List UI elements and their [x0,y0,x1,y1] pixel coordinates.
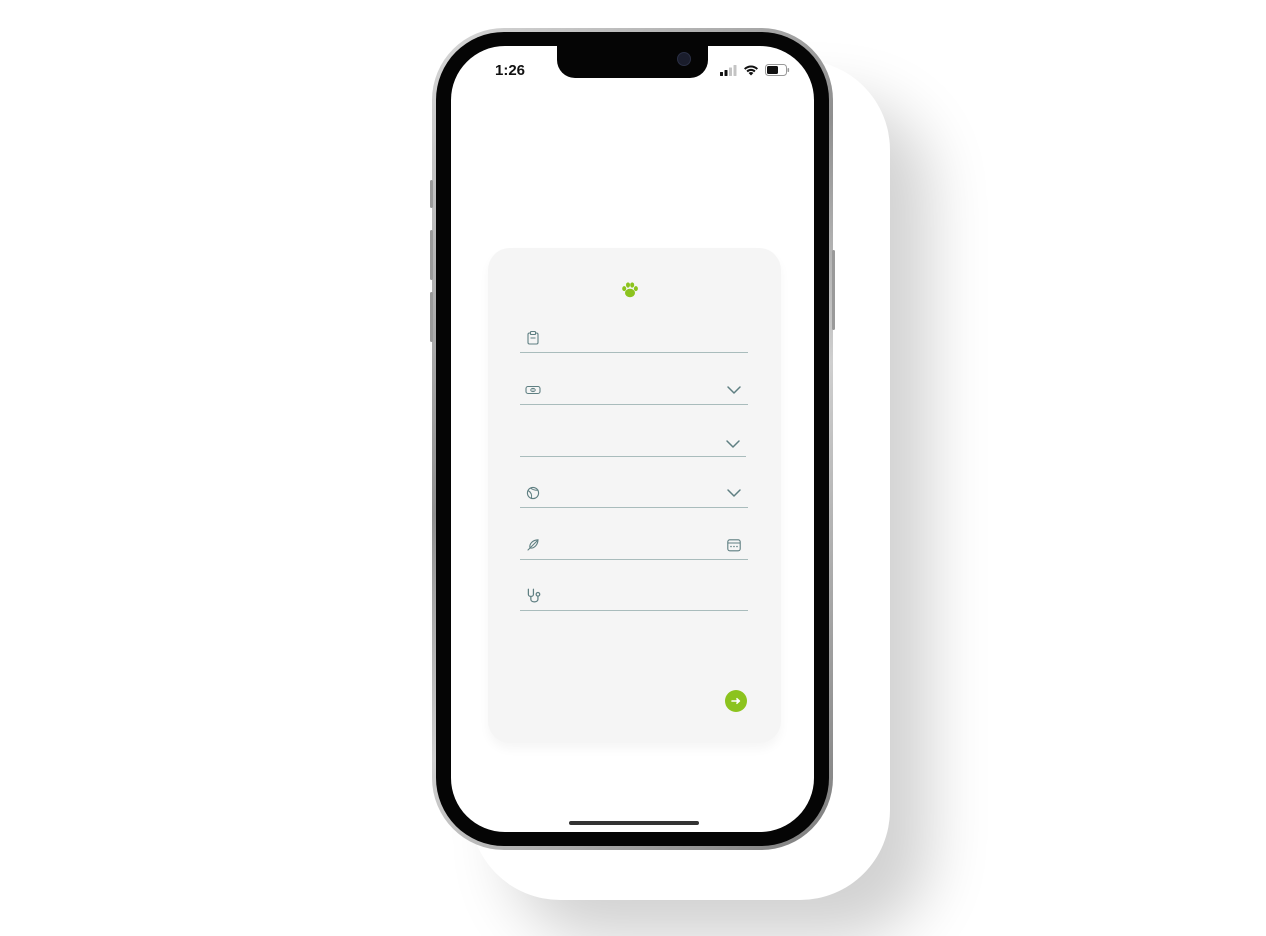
paw-icon [622,282,638,298]
side-button-volume-down [430,292,433,342]
ball-icon [526,486,540,500]
cellular-signal-icon [720,64,737,76]
chevron-down-icon[interactable] [725,436,741,452]
calendar-icon[interactable] [726,537,742,553]
species-field[interactable] [520,374,748,405]
breed-field[interactable] [520,426,746,457]
status-time: 1:26 [495,62,526,79]
next-button[interactable] [725,690,747,712]
status-icons [720,64,790,76]
clipboard-icon [527,330,539,345]
name-field[interactable] [520,322,748,353]
pet-form-card [488,248,781,743]
phone-screen: 1:26 [451,46,814,832]
battery-icon [765,64,790,76]
pet-carrier-icon [525,385,541,395]
feather-icon [527,539,539,551]
wifi-icon [744,65,758,76]
birthdate-field[interactable] [520,529,748,560]
breed-select[interactable] [526,430,718,454]
side-button-power [832,250,835,330]
vet-input[interactable] [548,584,720,608]
gender-field[interactable] [520,477,748,508]
gender-select[interactable] [548,481,720,505]
home-indicator[interactable] [569,821,699,825]
chevron-down-icon[interactable] [726,485,742,501]
species-select[interactable] [548,378,720,402]
side-button-volume-up [430,230,433,280]
stethoscope-icon [527,588,541,603]
arrow-right-icon [731,697,741,705]
chevron-down-icon[interactable] [726,382,742,398]
side-button-silent [430,180,433,208]
name-input[interactable] [548,326,720,350]
notch [557,46,708,78]
front-camera [677,52,691,66]
birthdate-input[interactable] [548,533,720,557]
vet-field[interactable] [520,580,748,611]
